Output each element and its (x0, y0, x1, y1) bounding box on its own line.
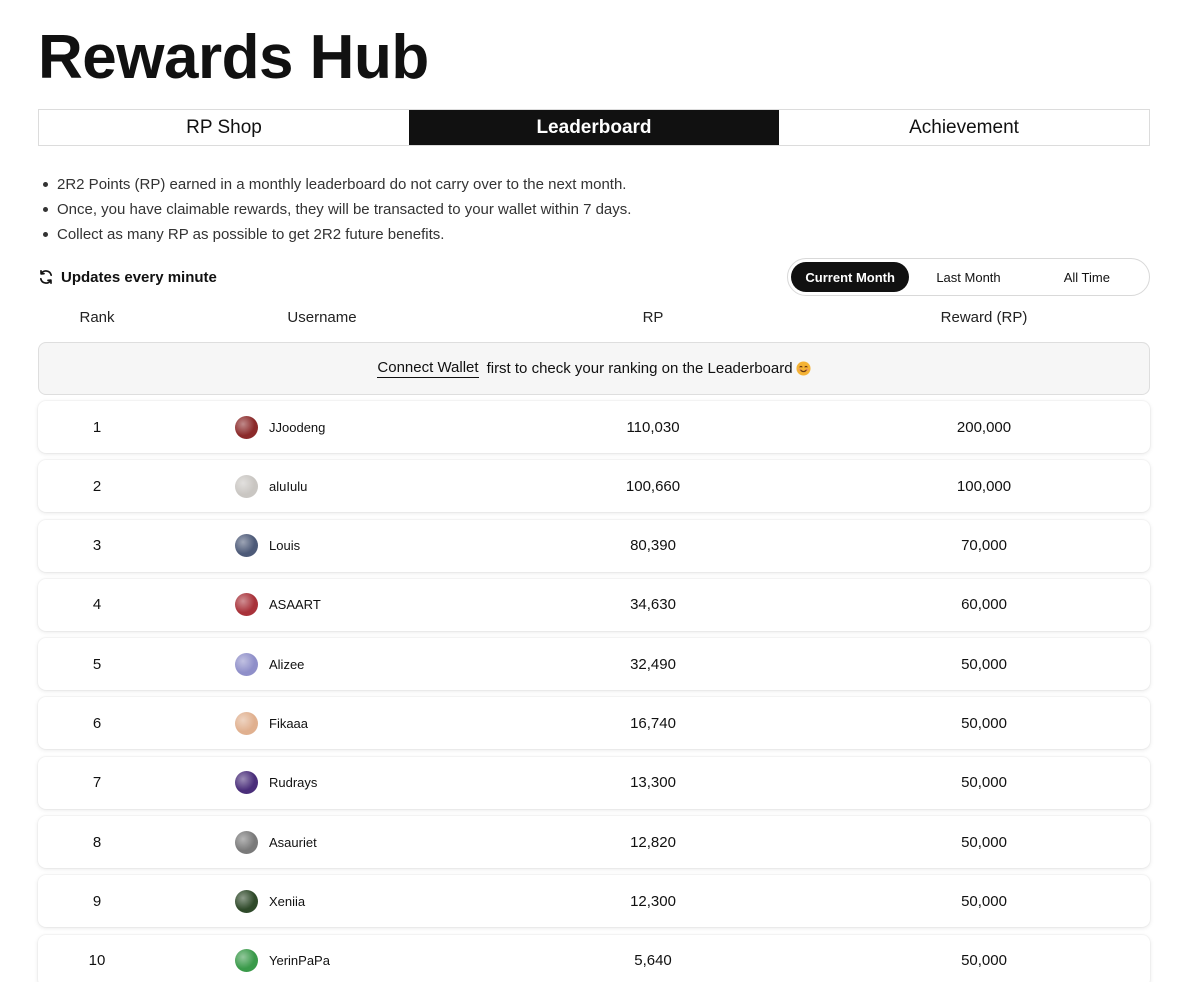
period-current-month-button[interactable]: Current Month (791, 262, 910, 292)
username-cell: ASAART (235, 579, 321, 631)
column-header-reward: Reward (RP) (940, 309, 1028, 326)
update-indicator: Updates every minute (38, 266, 217, 288)
table-row: 10 YerinPaPa 5,640 50,000 (38, 934, 1150, 982)
username-cell: YerinPaPa (235, 935, 330, 982)
main-tabs: RP Shop Leaderboard Achievement (38, 109, 1150, 146)
username-label: aluIulu (269, 478, 308, 494)
column-header-rp: RP (642, 309, 664, 326)
leaderboard-rows: 1 JJoodeng 110,030 200,000 2 aluIulu 100… (38, 401, 1150, 982)
smiling-face-icon (796, 361, 811, 376)
connect-wallet-banner: Connect Wallet first to check your ranki… (38, 342, 1150, 395)
wallet-banner-text: first to check your ranking on the Leade… (486, 360, 793, 377)
username-label: ASAART (269, 597, 321, 613)
note-item: Once, you have claimable rewards, they w… (42, 199, 631, 224)
avatar (235, 889, 258, 913)
username-label: YerinPaPa (269, 953, 330, 969)
table-row: 8 Asauriet 12,820 50,000 (38, 816, 1150, 869)
note-item: 2R2 Points (RP) earned in a monthly lead… (42, 174, 631, 199)
table-row: 9 Xeniia 12,300 50,000 (38, 875, 1150, 928)
username-label: Xeniia (269, 893, 306, 909)
column-header-username: Username (287, 309, 357, 326)
connect-wallet-link[interactable]: Connect Wallet (377, 359, 479, 378)
avatar (235, 593, 258, 617)
username-cell: Xeniia (235, 875, 305, 927)
leaderboard-notes: 2R2 Points (RP) earned in a monthly lead… (42, 174, 631, 249)
avatar (235, 534, 258, 558)
table-row: 4 ASAART 34,630 60,000 (38, 578, 1150, 631)
username-label: JJoodeng (269, 419, 326, 435)
refresh-icon (39, 270, 53, 284)
username-cell: Alizee (235, 638, 304, 690)
column-header-rank: Rank (79, 309, 115, 326)
username-label: Asauriet (269, 834, 317, 850)
period-last-month-button[interactable]: Last Month (909, 262, 1027, 292)
tab-leaderboard[interactable]: Leaderboard (409, 110, 779, 145)
avatar (235, 474, 258, 498)
avatar (235, 771, 258, 795)
username-label: Alizee (269, 656, 305, 672)
username-cell: Rudrays (235, 757, 317, 809)
avatar (235, 711, 258, 735)
page-title: Rewards Hub (38, 23, 429, 92)
avatar (235, 415, 258, 439)
tab-rp-shop[interactable]: RP Shop (39, 110, 409, 145)
avatar (235, 949, 258, 973)
username-label: Fikaaa (269, 715, 309, 731)
table-row: 6 Fikaaa 16,740 50,000 (38, 697, 1150, 750)
table-row: 2 aluIulu 100,660 100,000 (38, 460, 1150, 513)
username-cell: Louis (235, 520, 300, 572)
username-label: Rudrays (269, 775, 318, 791)
period-selector: Current Month Last Month All Time (787, 258, 1150, 296)
username-cell: JJoodeng (235, 401, 325, 453)
update-label: Updates every minute (61, 268, 217, 286)
username-cell: Asauriet (235, 816, 317, 868)
table-row: 1 JJoodeng 110,030 200,000 (38, 401, 1150, 453)
table-row: 5 Alizee 32,490 50,000 (38, 638, 1150, 691)
username-cell: aluIulu (235, 460, 307, 512)
period-all-time-button[interactable]: All Time (1028, 262, 1146, 292)
table-row: 3 Louis 80,390 70,000 (38, 519, 1150, 572)
table-row: 7 Rudrays 13,300 50,000 (38, 756, 1150, 809)
tab-achievement[interactable]: Achievement (779, 110, 1149, 145)
username-label: Louis (269, 538, 301, 554)
username-cell: Fikaaa (235, 697, 308, 749)
rewards-hub-page: Rewards Hub RP Shop Leaderboard Achievem… (0, 0, 1200, 982)
avatar (235, 652, 258, 676)
avatar (235, 830, 258, 854)
note-item: Collect as many RP as possible to get 2R… (42, 224, 631, 249)
